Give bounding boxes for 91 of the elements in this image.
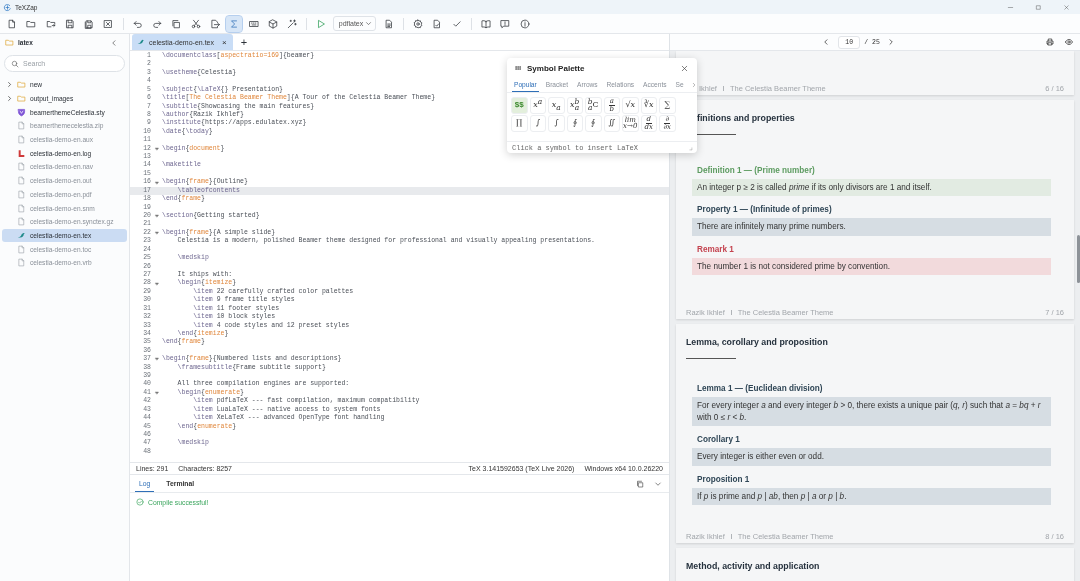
close-tab-button[interactable]: × [220, 37, 229, 47]
book-icon [480, 18, 491, 29]
fold-icon[interactable] [153, 230, 160, 237]
print-button[interactable] [1043, 35, 1057, 49]
folder-arrow-icon [45, 18, 56, 29]
palette-title: Symbol Palette [527, 63, 585, 73]
redo-icon [152, 18, 163, 29]
block-title: Remark 1 [696, 243, 735, 256]
block-body: Every integer is either even or odd. [692, 448, 1051, 466]
symbol-button[interactable]: ∮ [585, 115, 602, 132]
undo-icon [132, 18, 143, 29]
file-icon [17, 135, 26, 145]
file-icon [17, 189, 26, 199]
add-tab-button[interactable]: + [238, 36, 250, 48]
block-body: For every integer a and every integer b > 0, there exists a unique pair (q, r) such that a = bq + r with 0 ≤ r < b. [692, 397, 1051, 426]
copy-icon [636, 479, 644, 488]
folder-icon [5, 38, 14, 47]
chevron-right-icon [886, 38, 895, 46]
symbol-button[interactable]: ∫ [548, 115, 565, 132]
slide-title: Method, activity and application [686, 560, 821, 572]
block-title: Lemma 1 — (Euclidean division) [696, 383, 824, 395]
maximize-icon [1034, 3, 1042, 11]
block-title: Proposition 1 [696, 473, 751, 486]
fold-icon[interactable] [153, 179, 160, 186]
file-check-icon [432, 18, 443, 29]
file-icon [17, 258, 26, 268]
scissors-icon [190, 18, 201, 29]
symbol-button[interactable]: ∏ [511, 115, 528, 132]
chevron-down-icon [654, 479, 662, 488]
gear-icon [413, 18, 424, 29]
info-icon [519, 18, 530, 29]
new-file-icon [7, 18, 17, 29]
block-title: Property 1 — (Infinitude of primes) [696, 204, 833, 217]
slide-title: Lemma, corollary and proposition [686, 336, 829, 348]
bird-icon [137, 38, 145, 46]
sigma-icon [229, 18, 240, 29]
symbol-button[interactable]: ∮ [566, 115, 583, 132]
fold-icon[interactable] [153, 280, 160, 287]
chevron-left-icon [110, 38, 118, 47]
file-icon [17, 203, 26, 213]
symbol-button[interactable]: $$ [511, 97, 528, 114]
save-icon [64, 18, 75, 29]
file-icon [17, 121, 26, 131]
symbol-button[interactable]: ∛x [640, 97, 657, 114]
drag-handle-icon[interactable] [514, 64, 522, 72]
symbol-button[interactable]: √x [622, 97, 639, 114]
play-icon [316, 18, 327, 29]
bird-icon [17, 230, 26, 240]
success-icon [136, 498, 144, 506]
chevron-right-icon [690, 82, 697, 88]
eye-icon [1065, 38, 1073, 46]
block-body: The number 1 is not considered prime by convention. [692, 257, 1051, 276]
symbol-button[interactable]: ∑ [659, 97, 676, 114]
file-icon [17, 217, 26, 227]
close-file-icon [103, 18, 114, 29]
fold-icon[interactable] [153, 356, 160, 363]
close-icon [679, 63, 689, 73]
fold-icon[interactable] [153, 213, 160, 220]
check-icon [451, 18, 462, 29]
cube-icon [267, 18, 278, 29]
search-icon [11, 59, 19, 68]
symbol-button[interactable]: ∫ [529, 115, 546, 132]
folder-icon [26, 18, 37, 29]
resize-grip-icon[interactable] [687, 144, 693, 151]
app-logo-icon [3, 2, 12, 12]
keyboard-icon [248, 18, 259, 29]
slide-title: finitions and properties [696, 112, 796, 124]
block-body: An integer p ≥ 2 is called prime if its only divisors are 1 and itself. [692, 178, 1051, 197]
scrollbar-thumb[interactable] [1077, 235, 1080, 283]
symbol-button[interactable]: ∬ [603, 115, 620, 132]
file-icon [17, 244, 26, 254]
shield-icon [17, 107, 26, 117]
document-icon [383, 18, 394, 29]
file-icon [17, 162, 26, 172]
comment-alert-icon [500, 18, 511, 29]
copy-icon [171, 18, 182, 29]
magic-wand-icon [287, 18, 298, 29]
block-body: If p is prime and p | ab, then p | a or p | b. [692, 487, 1051, 505]
export-icon [209, 18, 220, 29]
block-title: Definition 1 — (Prime number) [696, 164, 816, 177]
block-title: Corollary 1 [696, 434, 741, 446]
file-icon [17, 176, 26, 186]
close-icon [1062, 3, 1070, 11]
save-all-icon [84, 18, 95, 29]
fold-icon[interactable] [153, 145, 160, 152]
block-body: There are infinitely many prime numbers. [692, 218, 1051, 236]
l-shape-icon [17, 148, 26, 158]
chevron-left-icon [822, 38, 831, 46]
fold-icon[interactable] [153, 390, 160, 397]
print-icon [1046, 38, 1054, 46]
chevron-down-icon [364, 20, 372, 27]
